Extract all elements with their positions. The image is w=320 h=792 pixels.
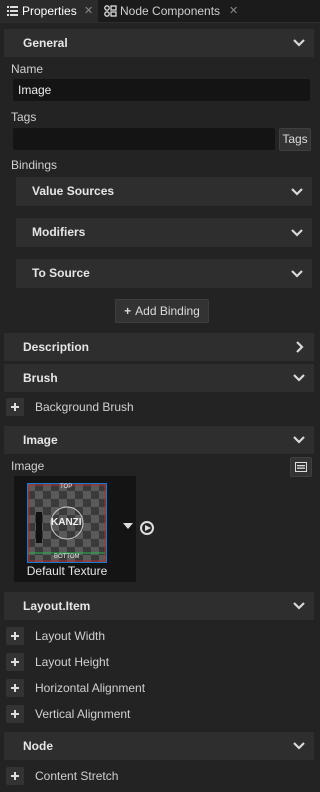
property-label: Content Stretch xyxy=(35,769,119,783)
node-components-icon xyxy=(104,5,117,17)
panel-tab-bar: Properties ✕ Node Components ✕ xyxy=(0,0,320,23)
name-label: Name xyxy=(11,62,44,76)
tags-button[interactable]: Tags xyxy=(279,128,311,151)
close-icon[interactable]: ✕ xyxy=(229,0,238,22)
add-property-button[interactable] xyxy=(6,705,24,723)
tab-node-components[interactable]: Node Components ✕ xyxy=(100,0,244,22)
chevron-down-icon xyxy=(293,742,305,750)
add-binding-button[interactable]: + Add Binding xyxy=(115,299,209,323)
chevron-down-icon xyxy=(291,229,303,237)
add-property-button[interactable] xyxy=(6,627,24,645)
list-icon xyxy=(7,6,18,16)
section-title: Brush xyxy=(23,371,58,385)
bindings-group-label: Modifiers xyxy=(32,225,86,239)
property-label: Horizontal Alignment xyxy=(35,681,146,695)
add-property-button[interactable] xyxy=(6,398,24,416)
bindings-group-label: To Source xyxy=(32,266,90,280)
property-label: Layout Height xyxy=(35,655,110,669)
image-label: Image xyxy=(11,459,45,473)
name-field-value: Image xyxy=(18,83,52,97)
section-general[interactable]: General xyxy=(4,29,314,57)
tags-field[interactable] xyxy=(13,128,275,150)
chevron-down-icon xyxy=(293,436,305,444)
section-title: Node xyxy=(23,739,53,753)
property-label: Vertical Alignment xyxy=(35,707,131,721)
resource-browser-button[interactable] xyxy=(290,457,312,477)
property-content-stretch: Content Stretch xyxy=(0,764,320,788)
bindings-label: Bindings xyxy=(11,158,58,172)
section-node[interactable]: Node xyxy=(4,732,314,760)
add-property-button[interactable] xyxy=(6,653,24,671)
section-title: Image xyxy=(23,433,58,447)
bindings-group-label: Value Sources xyxy=(32,184,115,198)
section-description[interactable]: Description xyxy=(4,333,314,361)
section-layout-item[interactable]: Layout.Item xyxy=(4,592,314,620)
bindings-to-source[interactable]: To Source xyxy=(16,259,312,288)
chevron-down-icon xyxy=(293,39,305,47)
section-image[interactable]: Image xyxy=(4,426,314,454)
bindings-value-sources[interactable]: Value Sources xyxy=(16,177,312,206)
thumb-top-text: TOP xyxy=(60,484,73,490)
tab-node-components-label: Node Components xyxy=(120,4,221,18)
close-icon[interactable]: ✕ xyxy=(84,0,93,22)
thumb-logo-text: KANZI xyxy=(51,517,82,528)
tab-properties-label: Properties xyxy=(22,4,77,18)
texture-name: Default Texture xyxy=(26,564,108,578)
add-property-button[interactable] xyxy=(6,679,24,697)
add-binding-label: Add Binding xyxy=(135,304,200,318)
bindings-modifiers[interactable]: Modifiers xyxy=(16,218,312,247)
texture-picker[interactable]: TOP KANZI BOTTOM Default Texture xyxy=(14,476,136,582)
add-property-button[interactable] xyxy=(6,767,24,785)
section-title: Description xyxy=(23,340,90,354)
property-label: Layout Width xyxy=(35,629,106,643)
chevron-right-icon xyxy=(296,341,304,353)
resource-list-icon xyxy=(295,462,307,472)
section-title: General xyxy=(23,36,68,50)
property-label: Background Brush xyxy=(35,400,134,414)
property-vertical-alignment: Vertical Alignment xyxy=(0,702,320,726)
property-background-brush: Background Brush xyxy=(0,395,320,419)
chevron-down-icon xyxy=(291,188,303,196)
tags-label: Tags xyxy=(11,110,37,124)
section-brush[interactable]: Brush xyxy=(4,364,314,392)
thumb-bottom-text: BOTTOM xyxy=(54,554,80,560)
caret-down-icon[interactable] xyxy=(123,523,133,529)
tab-properties[interactable]: Properties ✕ xyxy=(0,0,98,22)
name-field[interactable]: Image xyxy=(13,79,310,101)
texture-thumbnail: TOP KANZI BOTTOM xyxy=(27,483,107,563)
goto-resource-icon[interactable] xyxy=(139,520,155,536)
chevron-down-icon xyxy=(293,374,305,382)
property-layout-height: Layout Height xyxy=(0,650,320,674)
chevron-down-icon xyxy=(291,270,303,278)
chevron-down-icon xyxy=(293,602,305,610)
property-horizontal-alignment: Horizontal Alignment xyxy=(0,676,320,700)
section-title: Layout.Item xyxy=(23,599,91,613)
plus-icon: + xyxy=(124,304,132,318)
property-layout-width: Layout Width xyxy=(0,624,320,648)
